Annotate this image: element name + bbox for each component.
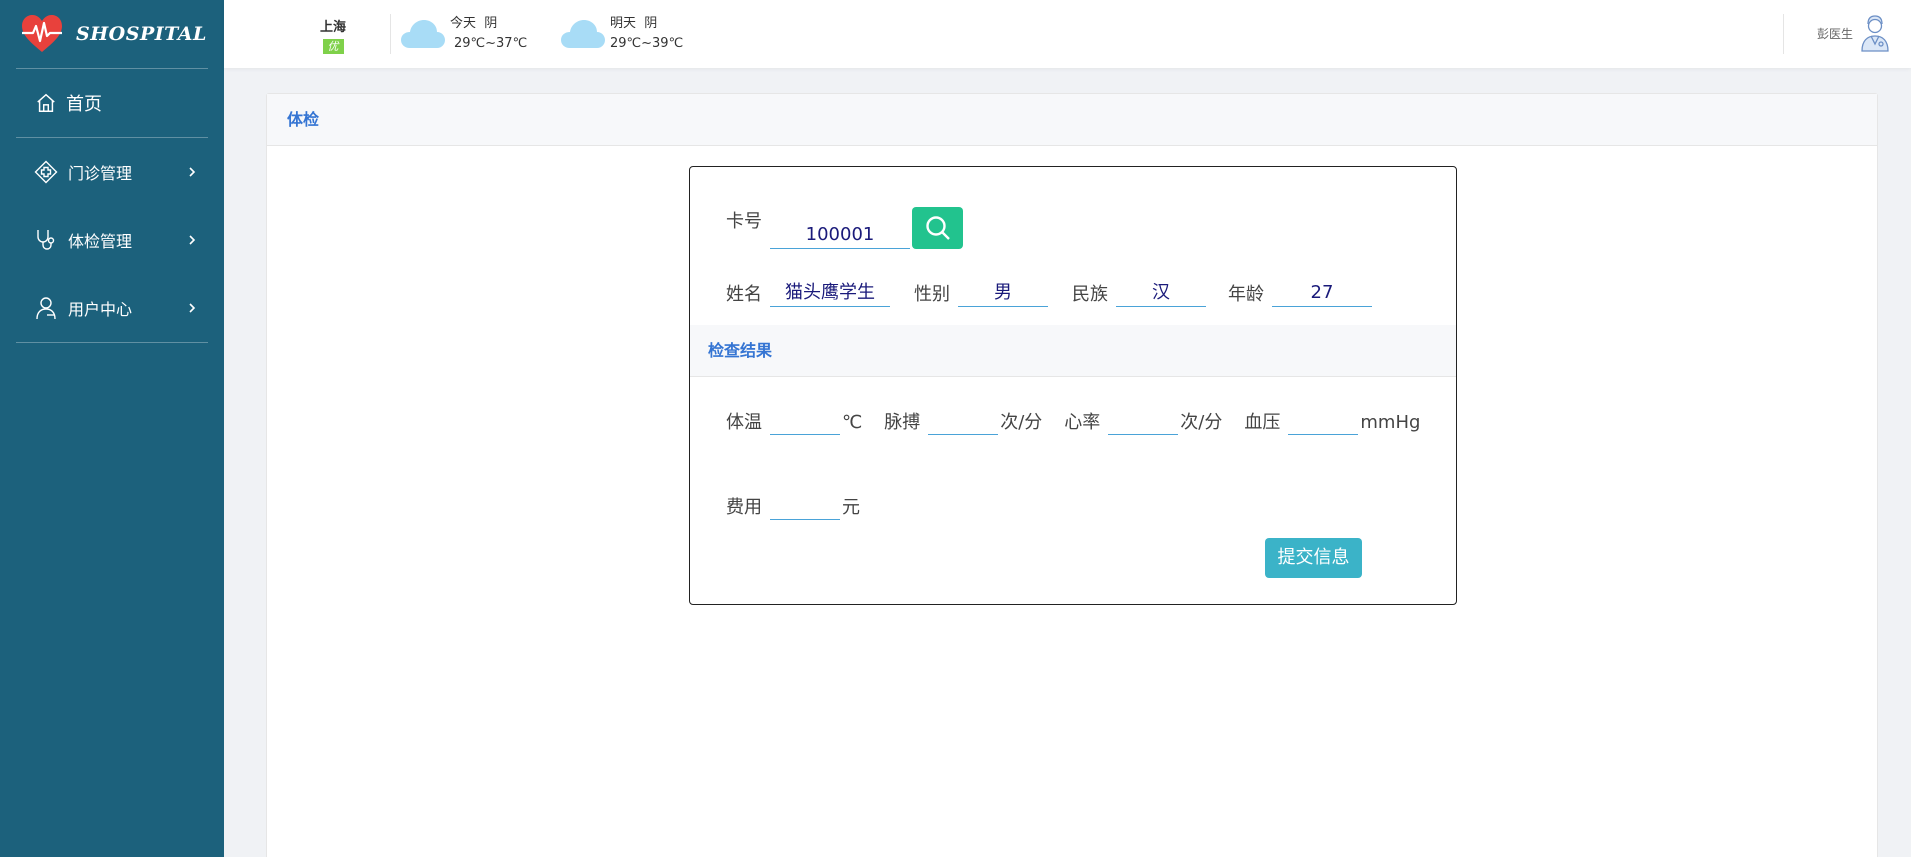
cloud-icon (561, 20, 605, 48)
sidebar: SHOSPITAL 首页 门诊管理 体检管理 用户中心 (0, 0, 224, 857)
logo-text: SHOSPITAL (76, 23, 207, 45)
divider (390, 14, 391, 54)
blood-pressure-label: 血压 (1244, 412, 1281, 433)
temperature-label: 体温 (726, 412, 762, 433)
city-name: 上海 (320, 20, 347, 35)
age-label: 年龄 (1228, 284, 1264, 305)
gender-label: 性别 (914, 284, 950, 305)
sidebar-item-label: 首页 (66, 94, 102, 115)
topbar: 上海 优 今天 阴 29℃~37℃ 明天 阴 29℃~39℃ 彭医生 (224, 0, 1911, 68)
pulse-unit: 次/分 (1000, 412, 1043, 433)
chevron-right-icon (189, 167, 196, 177)
blood-pressure-input[interactable] (1288, 407, 1359, 435)
weather-today-label: 今天 (450, 16, 477, 31)
card-row: 卡号 100001 (726, 207, 963, 249)
weather-today-temp: 29℃~37℃ (454, 36, 528, 51)
sidebar-item-exam[interactable]: 体检管理 (0, 206, 224, 274)
home-icon (34, 91, 58, 115)
weather-tomorrow-condition: 阴 (644, 16, 658, 31)
blood-pressure-unit: mmHg (1360, 412, 1421, 433)
weather-tomorrow-label: 明天 (610, 16, 637, 31)
weather-tomorrow-temp: 29℃~39℃ (610, 36, 684, 51)
section-title: 检查结果 (690, 325, 1456, 377)
temperature-unit: ℃ (842, 412, 863, 433)
clinic-icon (34, 160, 58, 184)
chevron-right-icon (189, 235, 196, 245)
info-row: 姓名 猫头鹰学生 性别 男 民族 汉 年龄 27 (726, 279, 1372, 307)
fee-unit: 元 (842, 497, 860, 518)
fee-input[interactable] (770, 492, 840, 520)
vitals-row: 体温 ℃ 脉搏 次/分 心率 次/分 血压 mmHg (726, 407, 1420, 435)
pulse-label: 脉搏 (884, 412, 921, 433)
name-input[interactable]: 猫头鹰学生 (770, 279, 890, 307)
sidebar-item-user-center[interactable]: 用户中心 (0, 274, 224, 342)
pulse-input[interactable] (928, 407, 999, 435)
sidebar-item-label: 门诊管理 (68, 164, 133, 183)
chevron-right-icon (189, 303, 196, 313)
sidebar-item-clinic[interactable]: 门诊管理 (0, 138, 224, 206)
fee-row: 费用 元 (726, 492, 860, 520)
ethnicity-input[interactable]: 汉 (1116, 279, 1206, 307)
aqi-badge: 优 (322, 39, 344, 54)
exam-form: 卡号 100001 姓名 猫头鹰学生 性别 男 民族 汉 年龄 27 检查结果 … (689, 166, 1457, 605)
weather-tomorrow: 明天 阴 29℃~39℃ (560, 14, 683, 54)
sidebar-item-label: 体检管理 (68, 232, 133, 251)
cloud-icon (401, 20, 445, 48)
stethoscope-icon (34, 228, 58, 252)
gender-input[interactable]: 男 (958, 279, 1048, 307)
weather-today-condition: 阴 (484, 16, 498, 31)
user-name: 彭医生 (1816, 26, 1853, 41)
divider (1783, 14, 1784, 54)
logo[interactable]: SHOSPITAL (0, 0, 224, 68)
age-input[interactable]: 27 (1272, 279, 1372, 307)
submit-button[interactable]: 提交信息 (1265, 538, 1362, 578)
city-widget: 上海 优 (320, 16, 346, 54)
temperature-input[interactable] (770, 407, 840, 435)
user-icon (34, 296, 58, 320)
doctor-avatar-icon (1861, 15, 1889, 52)
user-menu[interactable]: 彭医生 (1817, 14, 1891, 52)
card-label: 卡号 (726, 211, 762, 232)
fee-label: 费用 (726, 497, 762, 518)
main-panel: 体检 卡号 100001 姓名 猫头鹰学生 性别 男 民族 汉 年龄 27 检查… (266, 93, 1878, 857)
sidebar-item-home[interactable]: 首页 (0, 69, 224, 137)
search-button[interactable] (912, 207, 963, 249)
heart-rate-input[interactable] (1108, 407, 1179, 435)
card-number-input[interactable]: 100001 (770, 221, 910, 249)
heart-rate-label: 心率 (1064, 412, 1101, 433)
name-label: 姓名 (726, 284, 762, 305)
heart-rate-unit: 次/分 (1180, 412, 1223, 433)
search-icon (925, 216, 950, 240)
weather-today: 今天 阴 29℃~37℃ (400, 14, 527, 54)
heart-pulse-icon (22, 15, 62, 52)
divider (16, 342, 208, 343)
panel-title: 体检 (267, 94, 1877, 146)
ethnicity-label: 民族 (1072, 284, 1108, 305)
sidebar-item-label: 用户中心 (68, 300, 133, 319)
